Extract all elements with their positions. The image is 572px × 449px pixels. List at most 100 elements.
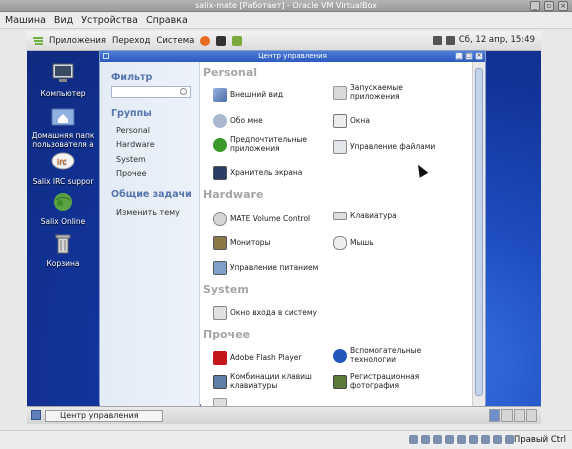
menu-help[interactable]: Справка xyxy=(146,15,188,26)
about-me-icon xyxy=(213,114,227,128)
desktop-icon-home[interactable]: Домашняя папк пользователя a xyxy=(27,105,99,149)
hdd-icon[interactable] xyxy=(409,435,418,444)
minimize-button[interactable]: _ xyxy=(530,1,540,11)
groups-heading: Группы xyxy=(111,108,152,119)
window-menu-icon[interactable] xyxy=(103,53,109,59)
places-menu[interactable]: Переход xyxy=(112,36,150,46)
computer-icon xyxy=(52,63,74,82)
svg-text:irc: irc xyxy=(57,157,67,166)
item-preferred-apps[interactable]: Предпочтительные приложения xyxy=(213,135,307,153)
mouse-icon xyxy=(333,236,347,250)
host-window-title: salix-mate [Работает] - Oracle VM Virtua… xyxy=(195,1,377,10)
partial-item-icon xyxy=(213,398,227,406)
desktop-icon-irc[interactable]: irc Salix IRC suppor xyxy=(27,151,99,186)
item-partial[interactable] xyxy=(213,398,227,406)
maximize-button[interactable]: ▫ xyxy=(544,1,554,11)
item-volume[interactable]: MATE Volume Control xyxy=(213,212,310,226)
menu-devices[interactable]: Устройства xyxy=(81,15,138,26)
screensaver-icon xyxy=(213,166,227,180)
speaker-icon xyxy=(213,212,227,226)
irc-chat-icon: irc xyxy=(51,152,75,170)
cc-scrollbar[interactable] xyxy=(472,62,485,406)
section-other: Прочее xyxy=(203,328,251,341)
show-desktop-button[interactable] xyxy=(31,410,41,420)
cc-window-title: Центр управления xyxy=(258,52,327,60)
item-screensaver[interactable]: Хранитель экрана xyxy=(213,166,302,180)
host-titlebar[interactable]: salix-mate [Работает] - Oracle VM Virtua… xyxy=(0,0,572,12)
photo-icon xyxy=(333,374,347,389)
item-monitors[interactable]: Мониторы xyxy=(213,236,270,250)
taskbar-control-center[interactable]: Центр управления xyxy=(45,410,163,422)
group-other[interactable]: Прочее xyxy=(116,169,147,178)
item-shortcuts[interactable]: Комбинации клавиш клавиатуры xyxy=(213,372,312,390)
workspace-2[interactable] xyxy=(501,409,513,422)
change-theme-link[interactable]: Изменить тему xyxy=(116,208,180,217)
section-system: System xyxy=(203,283,249,296)
volume-icon[interactable] xyxy=(445,35,455,45)
control-center-window: Центр управления _ □ × Фильтр Группы Per… xyxy=(99,50,486,406)
item-file-management[interactable]: Управление файлами xyxy=(333,140,435,154)
keyboard-icon xyxy=(333,212,347,221)
login-window-icon xyxy=(213,306,227,320)
desktop-icon-salix-online[interactable]: Salix Online xyxy=(27,191,99,226)
group-hardware[interactable]: Hardware xyxy=(116,140,155,149)
workspace-switcher[interactable] xyxy=(489,409,537,422)
host-statusbar: Правый Ctrl xyxy=(0,430,572,449)
capture-icon[interactable] xyxy=(493,435,502,444)
clock[interactable]: Сб, 12 апр, 15:49 xyxy=(459,35,535,45)
filter-input[interactable] xyxy=(111,86,191,98)
workspace-4[interactable] xyxy=(525,409,537,422)
apps-menu[interactable]: Приложения xyxy=(49,36,106,46)
item-flash[interactable]: Adobe Flash Player xyxy=(213,351,301,365)
system-menu[interactable]: Система xyxy=(156,36,194,46)
audio-icon[interactable] xyxy=(433,435,442,444)
network-adapter-icon[interactable] xyxy=(445,435,454,444)
item-startup[interactable]: Запускаемые приложения xyxy=(333,83,403,101)
cc-titlebar[interactable]: Центр управления _ □ × xyxy=(100,51,485,62)
menu-machine[interactable]: Машина xyxy=(5,15,46,26)
accessibility-icon xyxy=(333,348,347,363)
workspace-3[interactable] xyxy=(513,409,525,422)
display-icon[interactable] xyxy=(481,435,490,444)
cc-close-button[interactable]: × xyxy=(475,52,483,60)
cc-maximize-button[interactable]: □ xyxy=(465,52,473,60)
item-windows[interactable]: Окна xyxy=(333,114,370,128)
filter-heading: Фильтр xyxy=(111,72,153,83)
monitor-icon xyxy=(213,236,227,250)
item-assistive[interactable]: Вспомогательные технологии xyxy=(333,346,421,364)
close-button[interactable]: × xyxy=(558,1,568,11)
cc-main: Personal Внешний вид Запускаемые приложе… xyxy=(201,62,473,406)
item-login-window[interactable]: Окно входа в систему xyxy=(213,306,317,320)
guest-bottom-panel: Центр управления xyxy=(27,406,541,424)
editor-icon[interactable] xyxy=(232,35,243,46)
cc-scroll-thumb[interactable] xyxy=(475,68,483,396)
guest-top-panel: Приложения Переход Система Сб, 12 апр, 1… xyxy=(27,31,541,51)
terminal-icon[interactable] xyxy=(216,35,227,46)
file-management-icon xyxy=(333,140,347,154)
item-keyboard[interactable]: Клавиатура xyxy=(333,211,397,221)
item-register-photo[interactable]: Регистрационная фотография xyxy=(333,372,419,390)
desktop-icon-computer[interactable]: Компьютер xyxy=(27,63,99,98)
item-appearance[interactable]: Внешний вид xyxy=(213,88,283,102)
item-power[interactable]: Управление питанием xyxy=(213,261,318,275)
mouse-integration-icon[interactable] xyxy=(505,435,514,444)
globe-icon xyxy=(54,193,72,211)
desktop-icon-trash[interactable]: Корзина xyxy=(27,233,99,268)
home-folder-icon xyxy=(51,108,75,126)
group-personal[interactable]: Personal xyxy=(116,126,150,135)
network-icon[interactable] xyxy=(432,35,442,45)
flash-icon xyxy=(213,351,227,365)
menu-view[interactable]: Вид xyxy=(54,15,73,26)
optical-drive-icon[interactable] xyxy=(421,435,430,444)
cc-minimize-button[interactable]: _ xyxy=(455,52,463,60)
workspace-1[interactable] xyxy=(489,409,501,422)
group-system[interactable]: System xyxy=(116,155,146,164)
item-mouse[interactable]: Мышь xyxy=(333,236,374,250)
section-hardware: Hardware xyxy=(203,188,264,201)
shared-folder-icon[interactable] xyxy=(469,435,478,444)
system-tray: Сб, 12 апр, 15:49 xyxy=(432,35,535,45)
item-about-me[interactable]: Обо мне xyxy=(213,114,263,128)
usb-icon[interactable] xyxy=(457,435,466,444)
startup-icon xyxy=(333,85,347,100)
firefox-icon[interactable] xyxy=(200,35,211,46)
